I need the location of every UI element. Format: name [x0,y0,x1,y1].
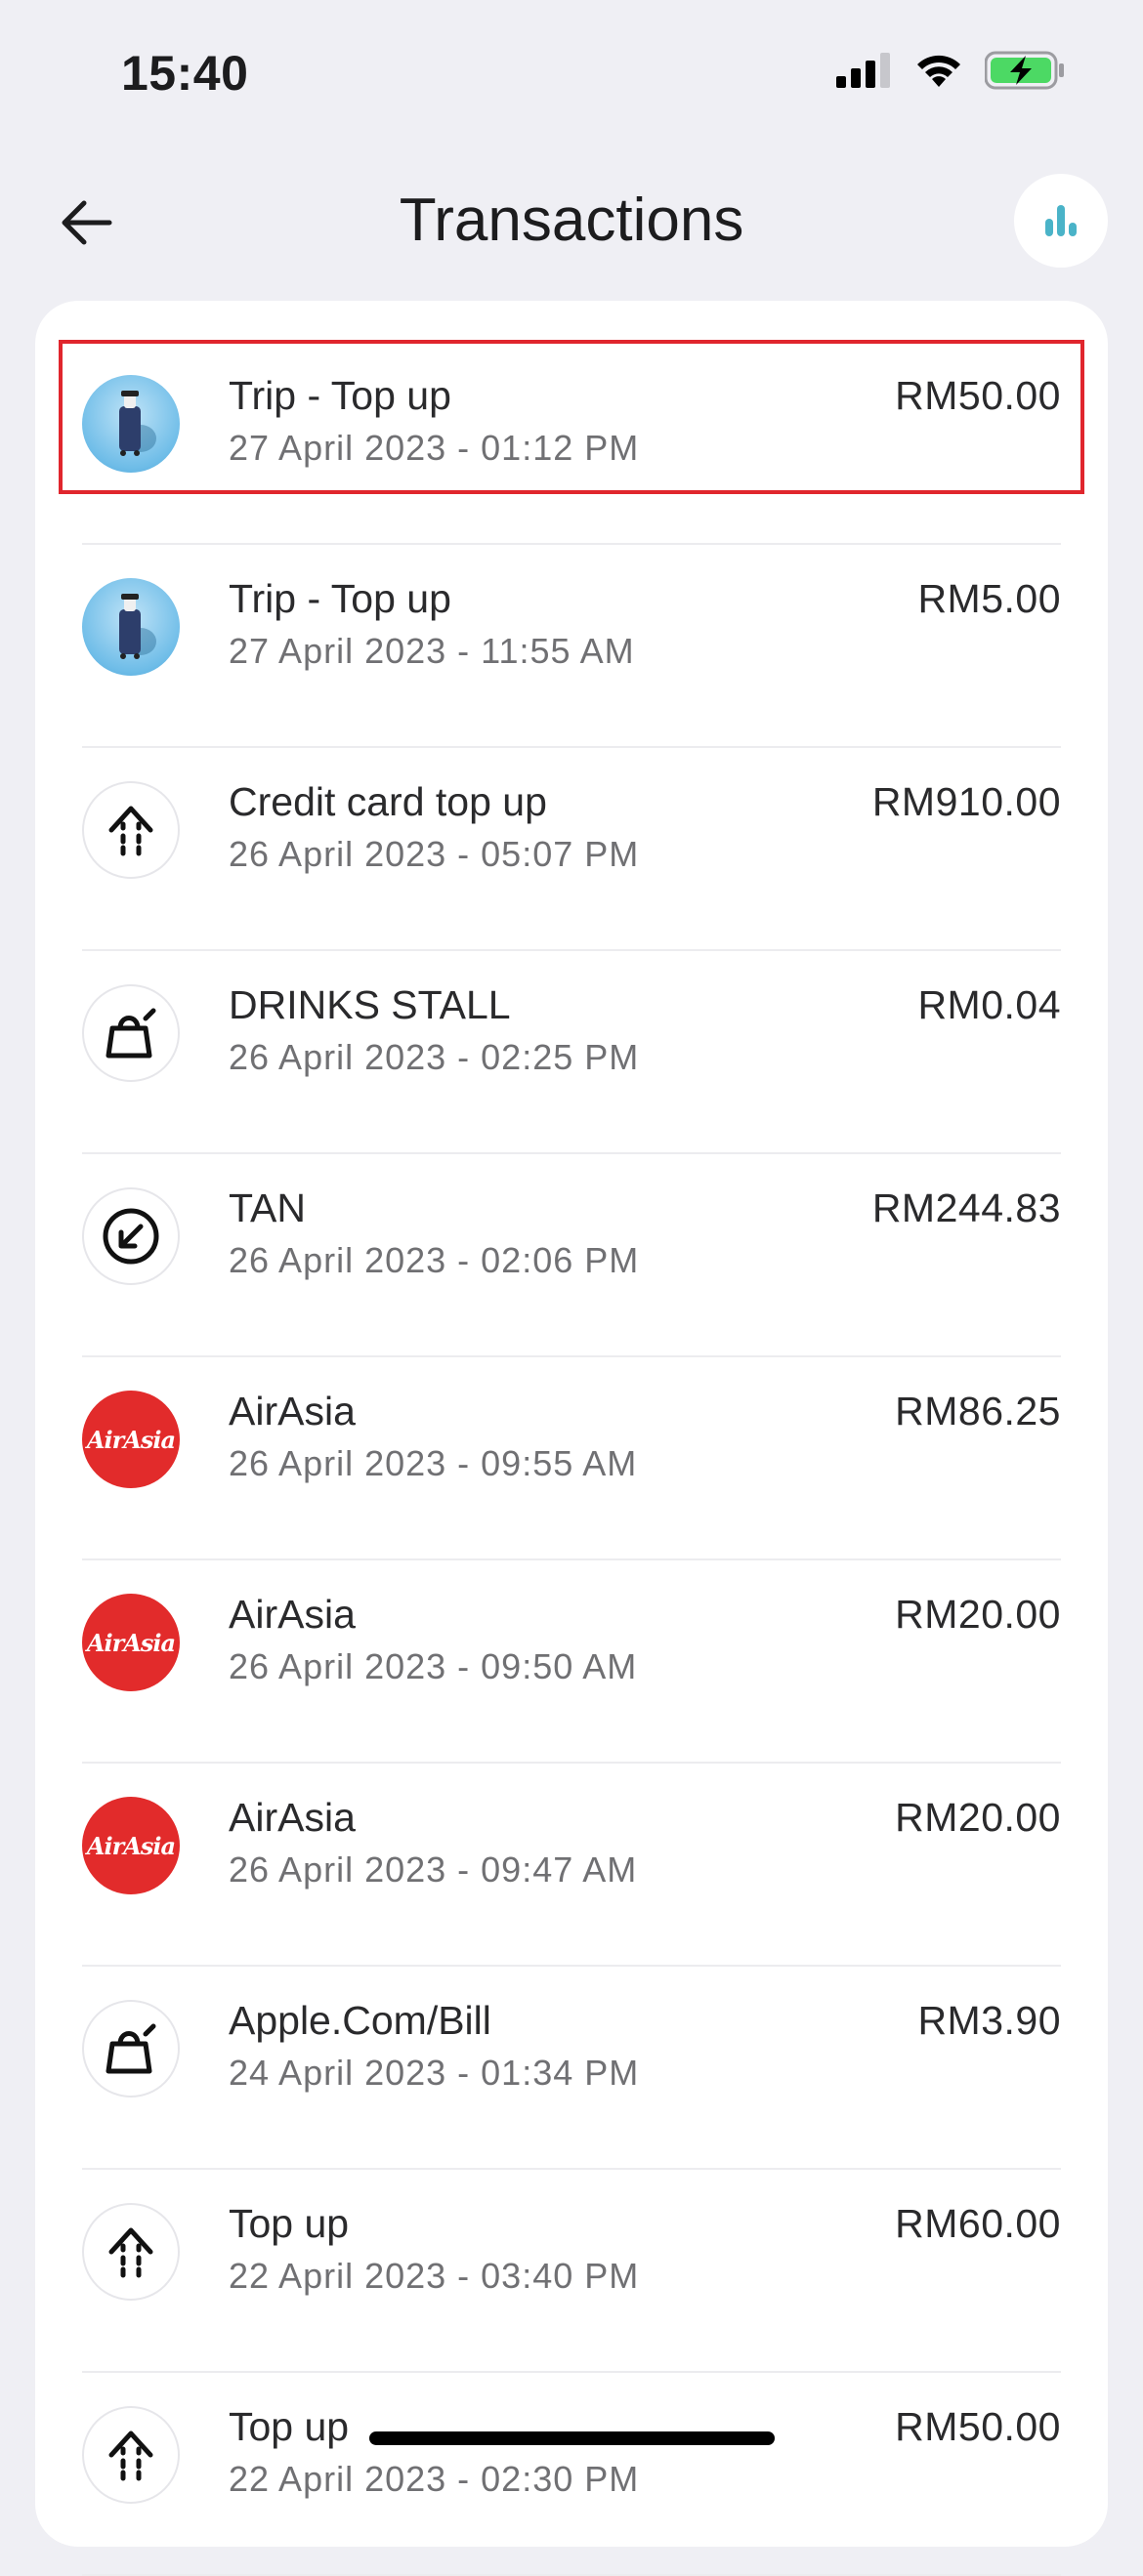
transaction-title: DRINKS STALL [229,982,511,1027]
battery-charging-icon [985,51,1064,90]
transaction-title: AirAsia [229,1389,356,1433]
transaction-row[interactable]: Top up 22 April 2023 - 02:30 PM RM50.00 [82,2373,1061,2576]
transaction-amount: RM20.00 [895,1592,1061,1637]
header: Transactions [0,156,1143,293]
transactions-card: Trip - Top up 27 April 2023 - 01:12 PM R… [35,301,1108,2576]
transaction-row[interactable]: Top up 22 April 2023 - 03:40 PM RM60.00 [82,2170,1061,2373]
airasia-logo: AirAsia [82,1797,180,1894]
transaction-row[interactable]: Trip - Top up 27 April 2023 - 11:55 AM R… [82,545,1061,748]
airasia-logo-text: AirAsia [86,1628,176,1657]
transaction-row[interactable]: DRINKS STALL 26 April 2023 - 02:25 PM RM… [82,951,1061,1154]
transaction-title: Trip - Top up [229,576,451,621]
transaction-title: Top up [229,2404,350,2449]
transaction-amount: RM3.90 [917,1998,1061,2043]
transaction-title: Apple.Com/Bill [229,1998,491,2043]
transaction-date: 26 April 2023 - 09:55 AM [229,1443,638,1483]
transaction-date: 26 April 2023 - 05:07 PM [229,834,640,874]
topup-arrow-icon [82,2406,180,2504]
status-time: 15:40 [121,46,249,101]
transaction-title: AirAsia [229,1592,356,1637]
transaction-title: Credit card top up [229,779,547,824]
statistics-button[interactable] [1014,174,1108,268]
transaction-date: 22 April 2023 - 02:30 PM [229,2459,640,2499]
transaction-date: 26 April 2023 - 02:25 PM [229,1037,640,1077]
transaction-date: 26 April 2023 - 09:50 AM [229,1646,638,1686]
transaction-title: Top up [229,2201,350,2246]
shopping-bag-icon [82,2000,180,2098]
shopping-bag-icon [82,984,180,1082]
transaction-row[interactable]: Apple.Com/Bill 24 April 2023 - 01:34 PM … [82,1967,1061,2170]
trip-icon [82,578,180,676]
transaction-amount: RM5.00 [917,576,1061,621]
cellular-signal-icon [836,53,890,88]
transaction-date: 22 April 2023 - 03:40 PM [229,2256,640,2296]
home-indicator[interactable] [369,2431,775,2445]
transaction-title: AirAsia [229,1795,356,1840]
airasia-logo-text: AirAsia [86,1831,176,1860]
transaction-title: TAN [229,1185,306,1230]
transaction-date: 27 April 2023 - 11:55 AM [229,631,635,671]
transaction-list: Trip - Top up 27 April 2023 - 01:12 PM R… [59,340,1084,2576]
transaction-row[interactable]: Trip - Top up 27 April 2023 - 01:12 PM R… [59,340,1084,545]
transaction-row[interactable]: TAN 26 April 2023 - 02:06 PM RM244.83 [82,1154,1061,1357]
status-bar: 15:40 [0,0,1143,146]
airasia-logo: AirAsia [82,1391,180,1488]
receive-arrow-icon [82,1187,180,1285]
transaction-amount: RM244.83 [871,1185,1061,1230]
transaction-date: 24 April 2023 - 01:34 PM [229,2053,640,2093]
wifi-icon [917,55,960,87]
transaction-amount: RM20.00 [895,1795,1061,1840]
transaction-amount: RM910.00 [871,779,1061,824]
transaction-amount: RM86.25 [895,1389,1061,1433]
trip-icon [82,375,180,473]
transaction-amount: RM60.00 [895,2201,1061,2246]
page-title: Transactions [399,187,744,254]
transaction-row[interactable]: AirAsia AirAsia 26 April 2023 - 09:47 AM… [82,1764,1061,1967]
transaction-date: 26 April 2023 - 02:06 PM [229,1240,640,1280]
transaction-amount: RM50.00 [895,2404,1061,2449]
transaction-amount: RM0.04 [917,982,1061,1027]
transaction-title: Trip - Top up [229,373,451,418]
transaction-date: 26 April 2023 - 09:47 AM [229,1849,638,1890]
transaction-amount: RM50.00 [895,373,1061,418]
airasia-logo-text: AirAsia [86,1425,176,1454]
transaction-row[interactable]: AirAsia AirAsia 26 April 2023 - 09:50 AM… [82,1560,1061,1764]
transaction-date: 27 April 2023 - 01:12 PM [229,428,640,468]
topup-arrow-icon [82,2203,180,2301]
transaction-row[interactable]: AirAsia AirAsia 26 April 2023 - 09:55 AM… [82,1357,1061,1560]
bar-chart-icon [1045,205,1077,236]
airasia-logo: AirAsia [82,1594,180,1691]
status-icons [836,51,1065,90]
transaction-row[interactable]: Credit card top up 26 April 2023 - 05:07… [82,748,1061,951]
topup-arrow-icon [82,781,180,879]
